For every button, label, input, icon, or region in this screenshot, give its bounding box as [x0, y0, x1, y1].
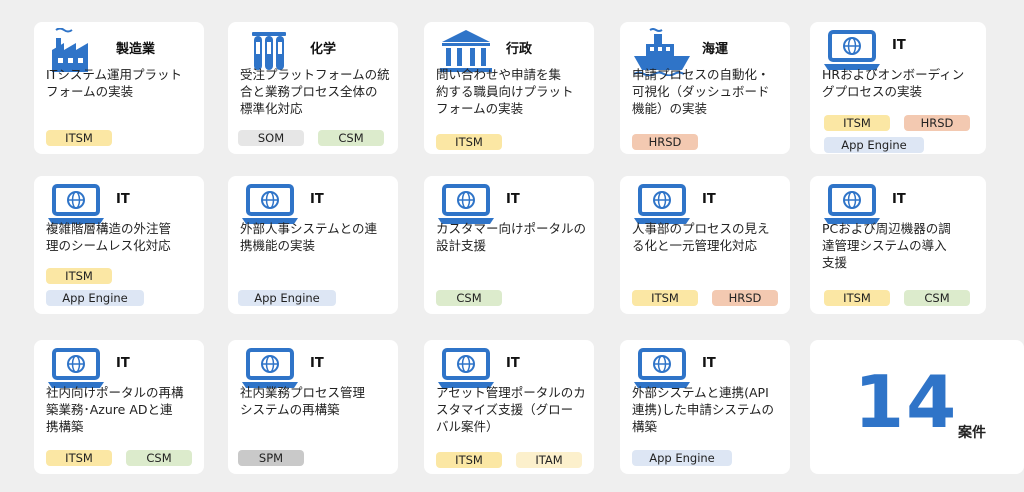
case-count: 14 [854, 360, 959, 444]
tag-itsm: ITSM [436, 134, 502, 150]
case-card: 行政 問い合わせや申請を集 約する職員向けプラット フォームの実装 ITSM [424, 22, 594, 154]
case-card: 海運 申請プロセスの自動化・ 可視化（ダッシュボード 機能）の実装 HRSD [620, 22, 790, 154]
case-description: 受注プラットフォームの統 合と業務プロセス全体の 標準化対応 [240, 67, 390, 116]
case-card: IT 複雑階層構造の外注管 理のシームレス化対応 ITSM App Engine [34, 176, 204, 314]
case-card: IT HRおよびオンボーディン グプロセスの実装 ITSM HRSD App En… [810, 22, 986, 154]
industry-title: 行政 [506, 42, 533, 57]
tag-hrsd: HRSD [712, 290, 778, 306]
tag-app-engine: App Engine [632, 450, 732, 466]
case-description: 社内向けポータルの再構 築業務･Azure ADと連 携構築 [46, 385, 184, 434]
tag-app-engine: App Engine [824, 137, 924, 153]
case-description: 外部人事システムとの連 携機能の実装 [240, 221, 378, 253]
tag-itsm: ITSM [824, 290, 890, 306]
tag-csm: CSM [904, 290, 970, 306]
case-description: 申請プロセスの自動化・ 可視化（ダッシュボード 機能）の実装 [632, 67, 770, 116]
tag-csm: CSM [436, 290, 502, 306]
industry-title: IT [702, 192, 716, 207]
tag-itsm: ITSM [824, 115, 890, 131]
case-card: IT 社内業務プロセス管理 システムの再構築 SPM [228, 340, 398, 474]
case-description: 外部システムと連携(API 連携)した申請システムの 構築 [632, 385, 775, 434]
case-card: IT 社内向けポータルの再構 築業務･Azure ADと連 携構築 ITSM CSM [34, 340, 204, 474]
industry-title: IT [892, 38, 906, 53]
industry-title: IT [506, 356, 520, 371]
case-card: IT カスタマー向けポータルの 設計支援 CSM [424, 176, 594, 314]
case-description: 複雑階層構造の外注管 理のシームレス化対応 [46, 221, 172, 253]
case-count-unit: 案件 [958, 425, 986, 441]
case-description: ITシステム運用プラット フォームの実装 [46, 67, 182, 99]
tag-hrsd: HRSD [904, 115, 970, 131]
tag-app-engine: App Engine [238, 290, 336, 306]
case-card: IT 人事部のプロセスの見え る化と一元管理化対応 ITSM HRSD [620, 176, 790, 314]
industry-title: IT [310, 192, 324, 207]
case-description: 社内業務プロセス管理 システムの再構築 [240, 385, 366, 417]
tag-itsm: ITSM [632, 290, 698, 306]
case-card: IT PCおよび周辺機器の調 達管理システムの導入 支援 ITSM CSM [810, 176, 986, 314]
case-description: HRおよびオンボーディン グプロセスの実装 [822, 67, 965, 99]
tag-itsm: ITSM [436, 452, 502, 468]
case-description: 問い合わせや申請を集 約する職員向けプラット フォームの実装 [436, 67, 574, 116]
tag-itam: ITAM [516, 452, 582, 468]
tag-csm: CSM [318, 130, 384, 146]
tag-csm: CSM [126, 450, 192, 466]
case-description: アセット管理ポータルのカ スタマイズ支援（グロー バル案件） [436, 385, 586, 434]
tag-som: SOM [238, 130, 304, 146]
case-description: カスタマー向けポータルの 設計支援 [436, 221, 587, 253]
industry-title: 海運 [702, 42, 729, 57]
industry-title: 化学 [310, 42, 337, 57]
case-description: 人事部のプロセスの見え る化と一元管理化対応 [632, 221, 770, 253]
industry-title: IT [892, 192, 906, 207]
industry-title: IT [702, 356, 716, 371]
case-count-card: 14 案件 [810, 340, 1024, 474]
industry-title: 製造業 [116, 42, 156, 57]
tag-hrsd: HRSD [632, 134, 698, 150]
case-card: 化学 受注プラットフォームの統 合と業務プロセス全体の 標準化対応 SOM CSM [228, 22, 398, 154]
industry-title: IT [116, 356, 130, 371]
tag-itsm: ITSM [46, 450, 112, 466]
case-card: IT 外部人事システムとの連 携機能の実装 App Engine [228, 176, 398, 314]
case-card: IT 外部システムと連携(API 連携)した申請システムの 構築 App Engin… [620, 340, 790, 474]
tag-app-engine: App Engine [46, 290, 144, 306]
industry-title: IT [310, 356, 324, 371]
tag-itsm: ITSM [46, 268, 112, 284]
tag-itsm: ITSM [46, 130, 112, 146]
industry-title: IT [506, 192, 520, 207]
tag-spm: SPM [238, 450, 304, 466]
case-description: PCおよび周辺機器の調 達管理システムの導入 支援 [822, 221, 951, 270]
industry-title: IT [116, 192, 130, 207]
case-card: IT アセット管理ポータルのカ スタマイズ支援（グロー バル案件） ITSM ITA… [424, 340, 594, 474]
case-card: 製造業 ITシステム運用プラット フォームの実装 ITSM [34, 22, 204, 154]
